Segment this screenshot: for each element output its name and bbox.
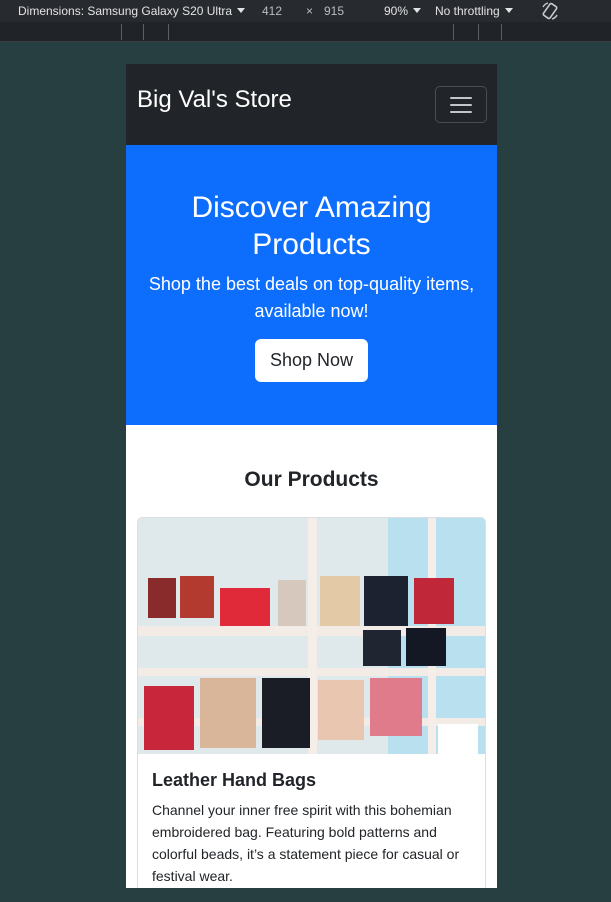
- hero-title: Discover Amazing Products: [191, 191, 432, 261]
- chevron-down-icon: [413, 8, 422, 13]
- product-description: Channel your inner free spirit with this…: [152, 802, 460, 884]
- media-query-ruler: [0, 22, 611, 42]
- dimensions-dropdown[interactable]: Dimensions: Samsung Galaxy S20 Ultra: [18, 4, 246, 18]
- navbar-brand[interactable]: Big Val's Store: [137, 86, 292, 114]
- product-title: Leather Hand Bags: [152, 770, 317, 790]
- product-card: Leather Hand Bags Channel your inner fre…: [137, 517, 486, 888]
- ruler-tick: [121, 24, 122, 40]
- hero-subtitle: Shop the best deals on top-quality items…: [148, 274, 475, 321]
- throttling-dropdown[interactable]: No throttling: [435, 4, 513, 18]
- dimensions-label: Dimensions: Samsung Galaxy S20 Ultra: [18, 4, 233, 18]
- width-input[interactable]: 412: [262, 4, 282, 18]
- devtools-device-toolbar: Dimensions: Samsung Galaxy S20 Ultra 412…: [0, 0, 611, 22]
- products-section-title: Our Products: [244, 468, 379, 491]
- hero-banner: Discover Amazing Products Shop the best …: [126, 145, 497, 425]
- height-input[interactable]: 915: [324, 4, 344, 18]
- product-image: [138, 518, 485, 754]
- ruler-tick: [168, 24, 169, 40]
- chevron-down-icon: [504, 8, 513, 13]
- zoom-dropdown[interactable]: 90%: [384, 4, 422, 18]
- ruler-tick: [453, 24, 454, 40]
- throttling-label: No throttling: [435, 4, 500, 18]
- times-symbol: ×: [306, 4, 314, 18]
- navbar-toggler-button[interactable]: [435, 86, 487, 123]
- navbar: Big Val's Store: [126, 64, 497, 145]
- ruler-tick: [501, 24, 502, 40]
- ruler-tick: [478, 24, 479, 40]
- shop-now-button[interactable]: Shop Now: [255, 339, 368, 382]
- device-viewport: Big Val's Store Discover Amazing Product…: [126, 64, 497, 888]
- rotate-icon[interactable]: [540, 1, 560, 21]
- chevron-down-icon: [237, 8, 246, 13]
- ruler-tick: [143, 24, 144, 40]
- zoom-label: 90%: [384, 4, 409, 18]
